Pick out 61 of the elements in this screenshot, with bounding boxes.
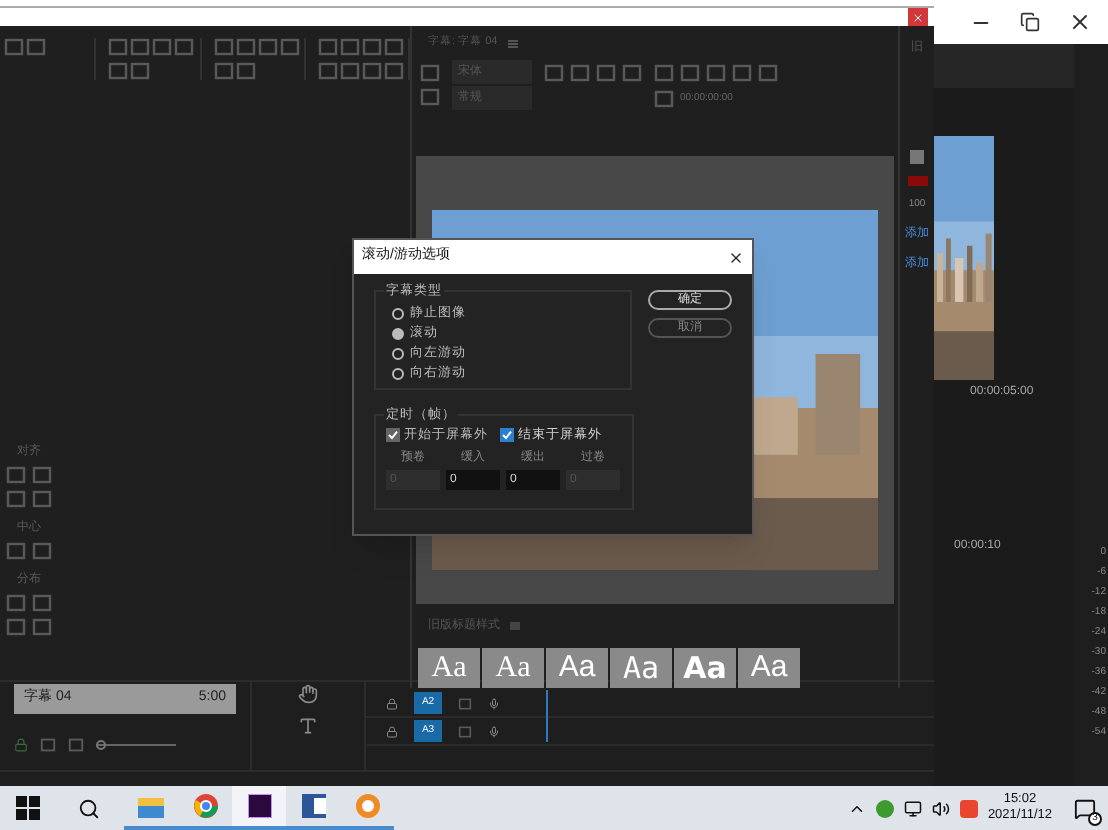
input-method-icon[interactable] (959, 799, 978, 817)
tool-icon[interactable] (108, 38, 129, 56)
style-swatch[interactable]: Aa (482, 648, 544, 688)
ring-app-icon (355, 794, 379, 818)
tool-icon[interactable] (26, 38, 47, 56)
notification-icon[interactable] (1074, 797, 1096, 819)
style-swatch[interactable]: Aa (418, 648, 480, 688)
close-icon[interactable] (1068, 10, 1092, 34)
tool-icon[interactable] (317, 62, 338, 80)
slider-thumb[interactable] (96, 739, 106, 749)
video-editor-icon (247, 794, 271, 818)
tool-icon[interactable] (130, 62, 151, 80)
lock-icon[interactable] (14, 738, 28, 752)
browser-icon (193, 794, 217, 818)
hand-tool-icon[interactable] (298, 684, 318, 704)
checkbox[interactable] (386, 428, 400, 443)
tool-icon[interactable] (383, 38, 404, 56)
tool-icon[interactable] (279, 38, 300, 56)
windows-start-icon[interactable] (16, 796, 40, 820)
color-swatch[interactable] (907, 176, 927, 186)
tool-icon[interactable] (383, 62, 404, 80)
tool-icon[interactable] (317, 38, 338, 56)
document-icon (301, 794, 325, 818)
search-icon[interactable] (78, 797, 100, 819)
type-tool-icon[interactable] (298, 716, 318, 736)
checkmark-icon (502, 430, 512, 441)
tool-icon[interactable] (130, 38, 151, 56)
track-icon[interactable] (458, 697, 472, 709)
close-icon[interactable] (728, 249, 744, 265)
style-swatch[interactable]: Aa (738, 648, 800, 688)
network-icon[interactable] (903, 799, 922, 817)
tool-icon[interactable] (152, 38, 173, 56)
tool-icon[interactable] (174, 38, 195, 56)
taskbar-app[interactable] (232, 786, 286, 830)
tool-icon[interactable] (361, 38, 382, 56)
close-icon (912, 11, 924, 23)
style-swatch[interactable]: Aa (546, 648, 608, 688)
track-icon[interactable] (458, 725, 472, 737)
tool-icon[interactable] (108, 62, 129, 80)
folder-icon (138, 795, 164, 817)
close-button[interactable] (908, 8, 928, 26)
tool-icon[interactable] (257, 38, 278, 56)
tool-icon[interactable] (339, 38, 360, 56)
mic-icon[interactable] (488, 697, 500, 709)
style-swatch[interactable]: Aa (674, 648, 736, 688)
volume-icon[interactable] (931, 799, 950, 817)
tool-icon[interactable] (4, 38, 24, 56)
tray-app-icon[interactable] (875, 799, 894, 817)
menu-icon[interactable] (507, 39, 518, 47)
style-swatch[interactable]: Aa (610, 648, 672, 688)
zoom-slider[interactable] (96, 739, 176, 751)
tool-icon[interactable] (339, 62, 360, 80)
checkbox[interactable] (500, 428, 514, 443)
tool-icon[interactable] (235, 38, 256, 56)
tool-icon[interactable] (361, 62, 382, 80)
restore-icon[interactable] (1020, 12, 1040, 32)
mic-icon[interactable] (488, 725, 500, 737)
tool-icon[interactable] (235, 62, 256, 80)
checkmark-icon (388, 430, 398, 441)
lock-icon[interactable] (386, 725, 398, 737)
lock-icon[interactable] (386, 697, 398, 709)
